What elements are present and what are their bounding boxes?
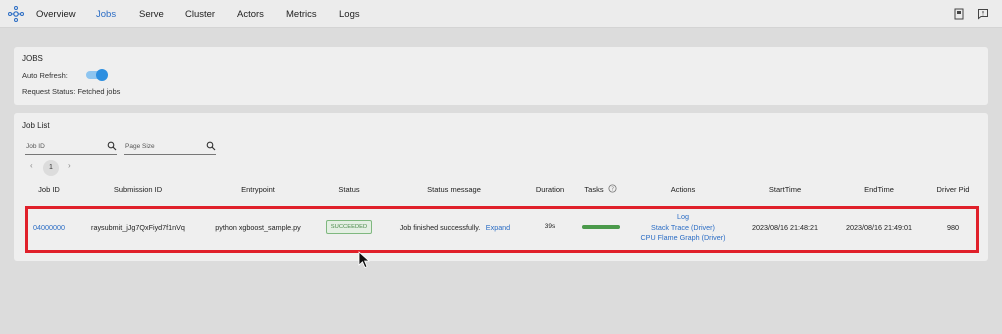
search-icon[interactable] bbox=[206, 141, 216, 151]
log-link[interactable]: Log bbox=[640, 212, 725, 223]
request-status: Request Status: Fetched jobs bbox=[22, 87, 121, 96]
search-icon[interactable] bbox=[107, 141, 117, 151]
help-icon[interactable]: ? bbox=[608, 184, 617, 193]
col-actions: Actions bbox=[670, 185, 696, 194]
col-duration: Duration bbox=[535, 185, 565, 194]
top-nav: Overview Jobs Serve Cluster Actors Metri… bbox=[0, 0, 1002, 28]
page-size-placeholder: Page Size bbox=[125, 143, 155, 150]
nav-metrics[interactable]: Metrics bbox=[286, 9, 317, 20]
col-status: Status bbox=[338, 185, 360, 194]
status-badge: SUCCEEDED bbox=[326, 220, 372, 234]
status-message: Job finished successfully. bbox=[399, 223, 481, 232]
col-job-id: Job ID bbox=[38, 185, 60, 194]
tasks-progress-fill bbox=[582, 225, 620, 229]
mouse-cursor-icon bbox=[358, 251, 370, 269]
jobs-panel: JOBS Auto Refresh: Request Status: Fetch… bbox=[14, 47, 988, 105]
end-time: 2023/08/16 21:49:01 bbox=[846, 223, 912, 232]
expand-link[interactable]: Expand bbox=[486, 223, 510, 232]
feedback-icon[interactable] bbox=[977, 8, 989, 20]
auto-refresh-label: Auto Refresh: bbox=[22, 71, 68, 80]
nav-serve[interactable]: Serve bbox=[139, 9, 164, 20]
pager-prev-button[interactable]: ‹ bbox=[30, 161, 33, 170]
job-id-link[interactable]: 04000000 bbox=[33, 223, 65, 232]
auto-refresh-toggle[interactable] bbox=[86, 69, 108, 81]
driver-pid: 980 bbox=[947, 223, 959, 232]
job-id-placeholder: Job ID bbox=[26, 143, 45, 150]
col-end-time: EndTime bbox=[864, 185, 894, 194]
job-id-search-input[interactable]: Job ID bbox=[25, 141, 117, 155]
entrypoint: python xgboost_sample.py bbox=[215, 223, 301, 232]
start-time: 2023/08/16 21:48:21 bbox=[752, 223, 818, 232]
col-status-message: Status message bbox=[427, 185, 481, 194]
nav-cluster[interactable]: Cluster bbox=[185, 9, 215, 20]
nav-jobs[interactable]: Jobs bbox=[96, 9, 116, 20]
page-size-input[interactable]: Page Size bbox=[124, 141, 216, 155]
nav-actors[interactable]: Actors bbox=[237, 9, 264, 20]
submission-id: raysubmit_jJg7QxFiyd7f1nVq bbox=[91, 223, 185, 232]
stack-trace-link[interactable]: Stack Trace (Driver) bbox=[640, 223, 725, 234]
pager-next-button[interactable]: › bbox=[68, 161, 71, 170]
nav-overview[interactable]: Overview bbox=[36, 9, 76, 20]
toggle-knob bbox=[96, 69, 108, 81]
svg-text:?: ? bbox=[611, 187, 614, 193]
job-list-title: Job List bbox=[22, 121, 50, 130]
col-driver-pid: Driver Pid bbox=[936, 185, 970, 194]
book-icon[interactable] bbox=[953, 8, 965, 20]
duration: 39s bbox=[544, 223, 556, 230]
ray-logo-icon[interactable] bbox=[8, 6, 24, 22]
cpu-flame-graph-link[interactable]: CPU Flame Graph (Driver) bbox=[640, 233, 725, 244]
pager-page-1[interactable]: 1 bbox=[43, 160, 59, 176]
col-submission-id: Submission ID bbox=[113, 185, 163, 194]
nav-logs[interactable]: Logs bbox=[339, 9, 360, 20]
job-list-panel: Job List Job ID Page Size ‹ 1 › Job ID S… bbox=[14, 113, 988, 261]
tasks-progress-bar bbox=[582, 225, 620, 229]
jobs-panel-title: JOBS bbox=[22, 54, 43, 63]
actions-cell: Log Stack Trace (Driver) CPU Flame Graph… bbox=[640, 212, 725, 244]
col-entrypoint: Entrypoint bbox=[241, 185, 275, 194]
col-start-time: StartTime bbox=[768, 185, 802, 194]
col-tasks: Tasks bbox=[584, 185, 604, 194]
